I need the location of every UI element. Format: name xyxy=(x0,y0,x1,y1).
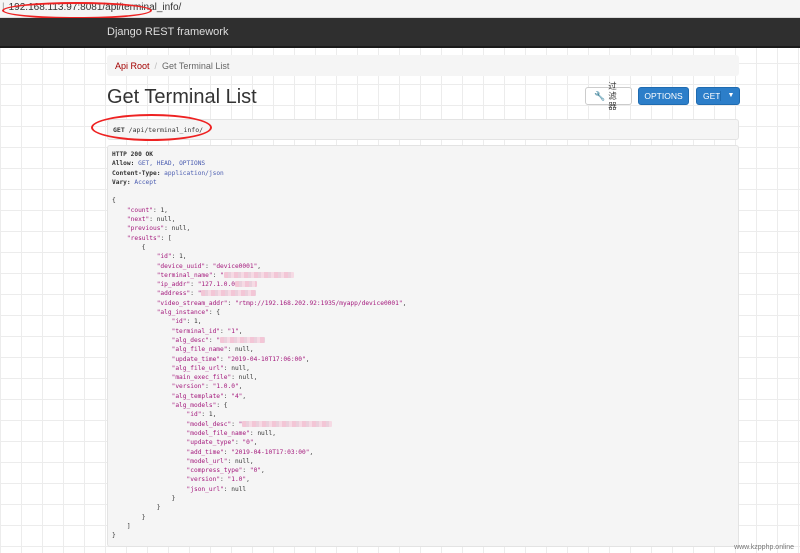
json-line: } xyxy=(112,494,176,502)
json-line: "alg_desc": " xyxy=(112,336,734,345)
response-header-content-type: Content-Type: application/json xyxy=(112,169,224,177)
response-body: HTTP 200 OK Allow: GET, HEAD, OPTIONS Cont… xyxy=(107,145,739,547)
watermark: www.kzpphp.online xyxy=(734,544,794,551)
navbar: Django REST framework xyxy=(0,18,800,48)
json-line: "model_url": null, xyxy=(186,457,254,465)
breadcrumb-divider: / xyxy=(154,61,158,71)
response-header-vary: Vary: Accept xyxy=(112,178,157,186)
redacted-blur xyxy=(201,290,257,297)
json-line: "video_stream_addr": "rtmp://192.168.202… xyxy=(156,299,407,307)
json-line: "id": 1, xyxy=(156,253,187,261)
json-line: "add_time": "2019-04-10T17:03:00", xyxy=(186,448,314,456)
json-line: "next": null, xyxy=(126,216,176,224)
response-header-allow: Allow: GET, HEAD, OPTIONS xyxy=(112,160,206,168)
json-line: "results": [ xyxy=(126,234,172,242)
response-status: HTTP 200 OK xyxy=(112,151,153,158)
request-method: GET xyxy=(113,126,125,134)
json-line: "version": "1.0.0", xyxy=(171,383,243,391)
get-button[interactable]: GET ▼ xyxy=(696,87,740,105)
json-line: "terminal_id": "1", xyxy=(171,327,243,335)
json-line: "alg_file_url": null, xyxy=(171,364,250,372)
json-line: "version": "1.0", xyxy=(186,476,250,484)
json-line: "id": 1, xyxy=(171,318,202,326)
json-line: "alg_instance": { xyxy=(156,309,221,317)
options-button-label: OPTIONS xyxy=(644,91,683,101)
filters-button[interactable]: 🔧 过滤器 xyxy=(585,81,632,111)
json-line: "alg_template": "4", xyxy=(171,392,247,400)
navbar-brand[interactable]: Django REST framework xyxy=(107,26,228,38)
options-button[interactable]: OPTIONS xyxy=(638,87,689,105)
json-line: "alg_models": { xyxy=(171,402,228,410)
redacted-blur xyxy=(220,336,266,343)
request-path: /api/terminal_info/ xyxy=(128,126,204,134)
json-line: "terminal_name": " xyxy=(112,271,734,280)
json-line: "update_type": "0", xyxy=(186,439,258,447)
breadcrumb-current: Get Terminal List xyxy=(162,61,230,71)
caret-down-icon[interactable]: ▼ xyxy=(720,91,734,101)
json-line: "model_desc": " xyxy=(112,420,734,429)
request-info: GET /api/terminal_info/ xyxy=(107,119,739,140)
json-line: { xyxy=(112,243,146,251)
json-line: "ip_addr": "127.1.0.0 xyxy=(112,280,734,289)
json-line: } xyxy=(112,532,116,540)
json-line: { xyxy=(112,197,116,205)
redacted-blur xyxy=(242,420,333,427)
redacted-blur xyxy=(234,281,257,288)
address-bar[interactable]: | 192.168.113.97:8081/api/terminal_info/ xyxy=(0,0,800,18)
json-line: "model_file_name": null, xyxy=(186,429,276,437)
json-line: "compress_type": "0", xyxy=(186,467,265,475)
json-line: "id": 1, xyxy=(186,411,217,419)
json-line: "update_time": "2019-04-10T17:06:00", xyxy=(171,355,310,363)
breadcrumb-api-root-link[interactable]: Api Root xyxy=(115,61,150,71)
json-line: "address": " xyxy=(112,289,734,298)
breadcrumb: Api Root / Get Terminal List xyxy=(107,55,739,76)
filters-button-label: 过滤器 xyxy=(608,81,617,111)
redacted-blur xyxy=(223,271,294,278)
json-line: ] xyxy=(112,522,131,530)
json-line: "alg_file_name": null, xyxy=(171,346,254,354)
json-line: "device_uuid": "device0001", xyxy=(156,262,262,270)
json-line: "count": 1, xyxy=(126,206,168,214)
address-bar-url[interactable]: 192.168.113.97:8081/api/terminal_info/ xyxy=(9,2,182,13)
json-line: "json_url": null xyxy=(186,485,247,493)
json-line: "main_exec_file": null, xyxy=(171,374,258,382)
address-bar-divider: | xyxy=(2,2,5,13)
page-title: Get Terminal List xyxy=(107,86,257,108)
json-line: } xyxy=(112,513,146,521)
json-line: } xyxy=(112,504,161,512)
json-line: "previous": null, xyxy=(126,225,191,233)
wrench-icon: 🔧 xyxy=(594,91,606,101)
get-button-label: GET xyxy=(703,91,721,101)
